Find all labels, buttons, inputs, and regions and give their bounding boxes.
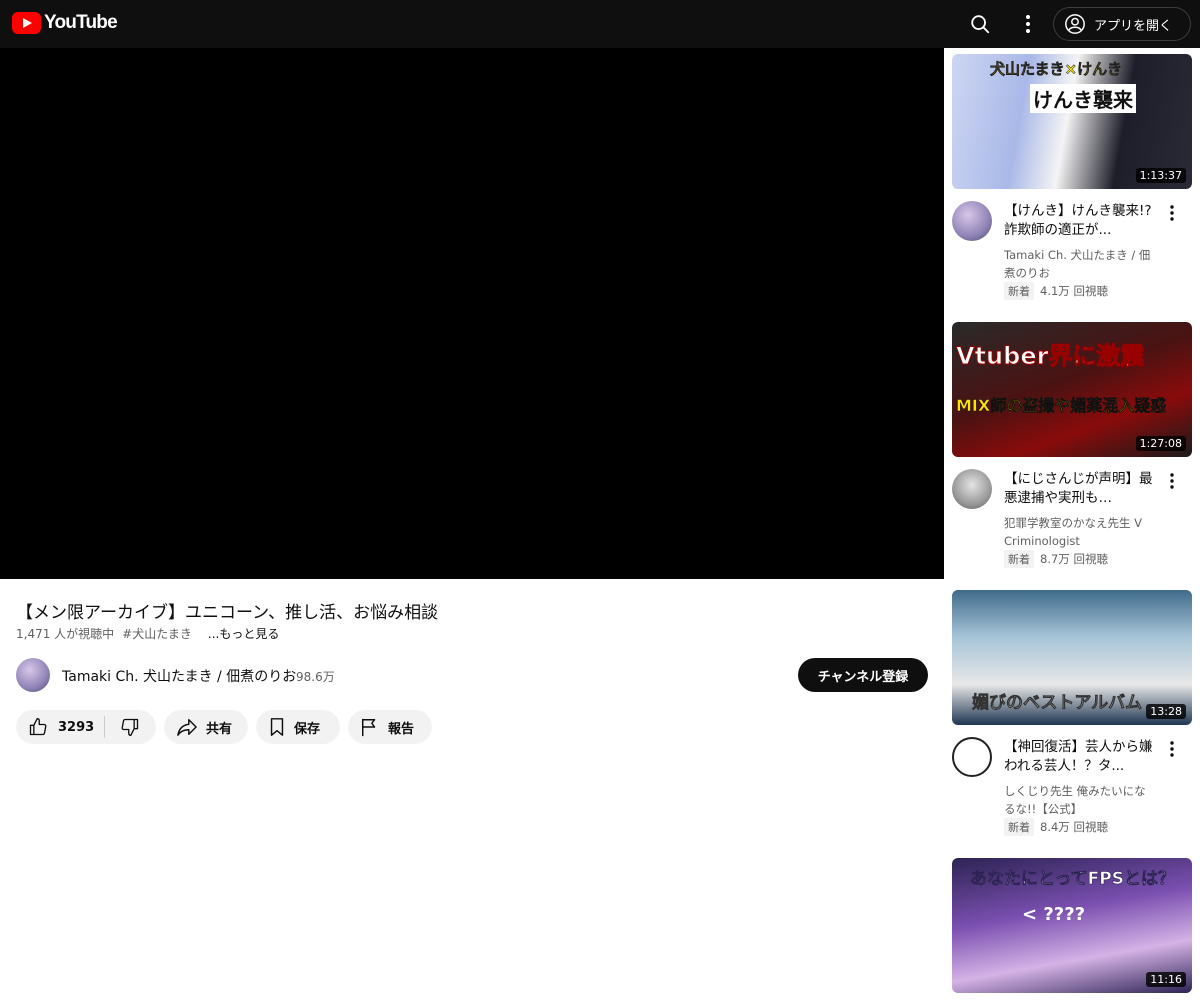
recommendation-channel[interactable]: しくじり先生 俺みたいになるな!!【公式】 bbox=[1004, 782, 1154, 818]
recommendation-stats: 新着 8.4万 回視聴 bbox=[1004, 818, 1108, 836]
vertical-dots-icon bbox=[1170, 205, 1174, 221]
channel-avatar[interactable] bbox=[952, 201, 992, 241]
save-button[interactable]: 保存 bbox=[256, 710, 340, 744]
recommendation-menu-button[interactable] bbox=[1164, 202, 1180, 224]
subscriber-count: 98.6万 bbox=[296, 670, 335, 684]
recommendation-item[interactable]: あなたにとってFPSとは？ < ???? 11:16 bbox=[952, 858, 1192, 993]
thumbs-down-icon bbox=[121, 718, 139, 736]
flag-icon bbox=[362, 718, 376, 737]
like-dislike-group: 3293 bbox=[16, 710, 156, 744]
open-app-button[interactable]: アプリを開く bbox=[1053, 7, 1191, 41]
thumbnail-text: MIX師の盗撮や媚薬混入疑惑 bbox=[956, 396, 1167, 416]
video-duration: 1:13:37 bbox=[1135, 168, 1186, 183]
thumbnail-text: 媚びのベストアルバム bbox=[972, 693, 1143, 714]
video-duration: 1:27:08 bbox=[1135, 436, 1186, 451]
recommendation-item[interactable]: Vtuber界に激震 MIX師の盗撮や媚薬混入疑惑 1:27:08 【にじさんじ… bbox=[952, 322, 1192, 582]
channel-avatar[interactable] bbox=[16, 658, 50, 692]
dislike-button[interactable] bbox=[105, 710, 155, 744]
video-thumbnail[interactable]: 犬山たまき×けんき けんき襲来 1:13:37 bbox=[952, 54, 1192, 189]
recommendation-stats: 新着 4.1万 回視聴 bbox=[1004, 282, 1108, 300]
video-thumbnail[interactable]: あなたにとってFPSとは？ < ???? 11:16 bbox=[952, 858, 1192, 993]
share-label: 共有 bbox=[206, 721, 233, 737]
viewer-count: 1,471 人が視聴中 bbox=[16, 627, 115, 641]
recommendation-item[interactable]: 媚びのベストアルバム 13:28 【神回復活】芸人から嫌われる芸人！？タ... … bbox=[952, 590, 1192, 850]
search-icon bbox=[971, 15, 990, 34]
channel-avatar[interactable] bbox=[952, 469, 992, 509]
view-count: 8.4万 回視聴 bbox=[1040, 820, 1108, 834]
recommendation-menu-button[interactable] bbox=[1164, 470, 1180, 492]
video-player[interactable] bbox=[0, 48, 944, 579]
recommendation-item[interactable]: 犬山たまき×けんき けんき襲来 1:13:37 【けんき】けんき襲来!? 詐欺師… bbox=[952, 54, 1192, 314]
open-app-label: アプリを開く bbox=[1094, 18, 1173, 34]
more-options-button[interactable] bbox=[1012, 8, 1044, 40]
view-count: 4.1万 回視聴 bbox=[1040, 284, 1108, 298]
share-icon bbox=[177, 719, 197, 736]
video-thumbnail[interactable]: 媚びのベストアルバム 13:28 bbox=[952, 590, 1192, 725]
thumbnail-text: けんき襲来 bbox=[1030, 84, 1136, 113]
thumbnail-text: Vtuber界に激震 bbox=[955, 342, 1145, 371]
recommendation-title[interactable]: 【にじさんじが声明】最悪逮捕や実刑も… bbox=[1004, 470, 1154, 508]
hashtag-link[interactable]: #犬山たまき bbox=[122, 625, 192, 642]
recommendation-stats: 新着 8.7万 回視聴 bbox=[1004, 550, 1108, 568]
new-badge: 新着 bbox=[1004, 818, 1034, 836]
channel-name[interactable]: Tamaki Ch. 犬山たまき / 佃煮のりお bbox=[62, 666, 296, 686]
vertical-dots-icon bbox=[1170, 473, 1174, 489]
report-label: 報告 bbox=[388, 721, 415, 737]
thumbnail-text: 犬山たまき×けんき bbox=[990, 60, 1123, 79]
video-duration: 11:16 bbox=[1146, 972, 1186, 987]
video-title: 【メン限アーカイブ】ユニコーン、推し活、お悩み相談 bbox=[16, 603, 439, 623]
vertical-dots-icon bbox=[1026, 15, 1030, 33]
recommendation-menu-button[interactable] bbox=[1164, 738, 1180, 760]
youtube-logo[interactable]: YouTube bbox=[12, 12, 118, 34]
report-button[interactable]: 報告 bbox=[348, 710, 432, 744]
thumbnail-text: あなたにとってFPSとは？ bbox=[970, 869, 1176, 890]
save-label: 保存 bbox=[294, 721, 321, 737]
logo-text: YouTube bbox=[44, 12, 118, 33]
video-thumbnail[interactable]: Vtuber界に激震 MIX師の盗撮や媚薬混入疑惑 1:27:08 bbox=[952, 322, 1192, 457]
show-more-link[interactable]: ...もっと見る bbox=[208, 625, 279, 642]
bookmark-icon bbox=[270, 718, 284, 736]
subscribe-button[interactable]: チャンネル登録 bbox=[798, 658, 928, 692]
top-bar: YouTube アプリを開く bbox=[0, 0, 1200, 48]
vertical-dots-icon bbox=[1170, 741, 1174, 757]
new-badge: 新着 bbox=[1004, 282, 1034, 300]
recommendation-title[interactable]: 【神回復活】芸人から嫌われる芸人！？タ... bbox=[1004, 738, 1154, 776]
channel-avatar[interactable] bbox=[952, 737, 992, 777]
youtube-play-icon bbox=[12, 12, 41, 34]
recommendation-channel[interactable]: Tamaki Ch. 犬山たまき / 佃煮のりお bbox=[1004, 246, 1154, 282]
account-icon bbox=[1065, 14, 1085, 34]
view-count: 8.7万 回視聴 bbox=[1040, 552, 1108, 566]
video-duration: 13:28 bbox=[1146, 704, 1186, 719]
thumbs-up-icon bbox=[29, 718, 47, 736]
new-badge: 新着 bbox=[1004, 550, 1034, 568]
thumbnail-text: < ???? bbox=[1022, 904, 1086, 925]
recommendation-channel[interactable]: 犯罪学教室のかなえ先生 V Criminologist bbox=[1004, 514, 1154, 550]
like-button[interactable]: 3293 bbox=[16, 710, 104, 744]
like-count: 3293 bbox=[58, 719, 95, 735]
recommendation-title[interactable]: 【けんき】けんき襲来!? 詐欺師の適正が... bbox=[1004, 202, 1154, 240]
video-meta: 1,471 人が視聴中 #犬山たまき ...もっと見る bbox=[16, 625, 279, 642]
search-button[interactable] bbox=[964, 8, 996, 40]
share-button[interactable]: 共有 bbox=[164, 710, 248, 744]
